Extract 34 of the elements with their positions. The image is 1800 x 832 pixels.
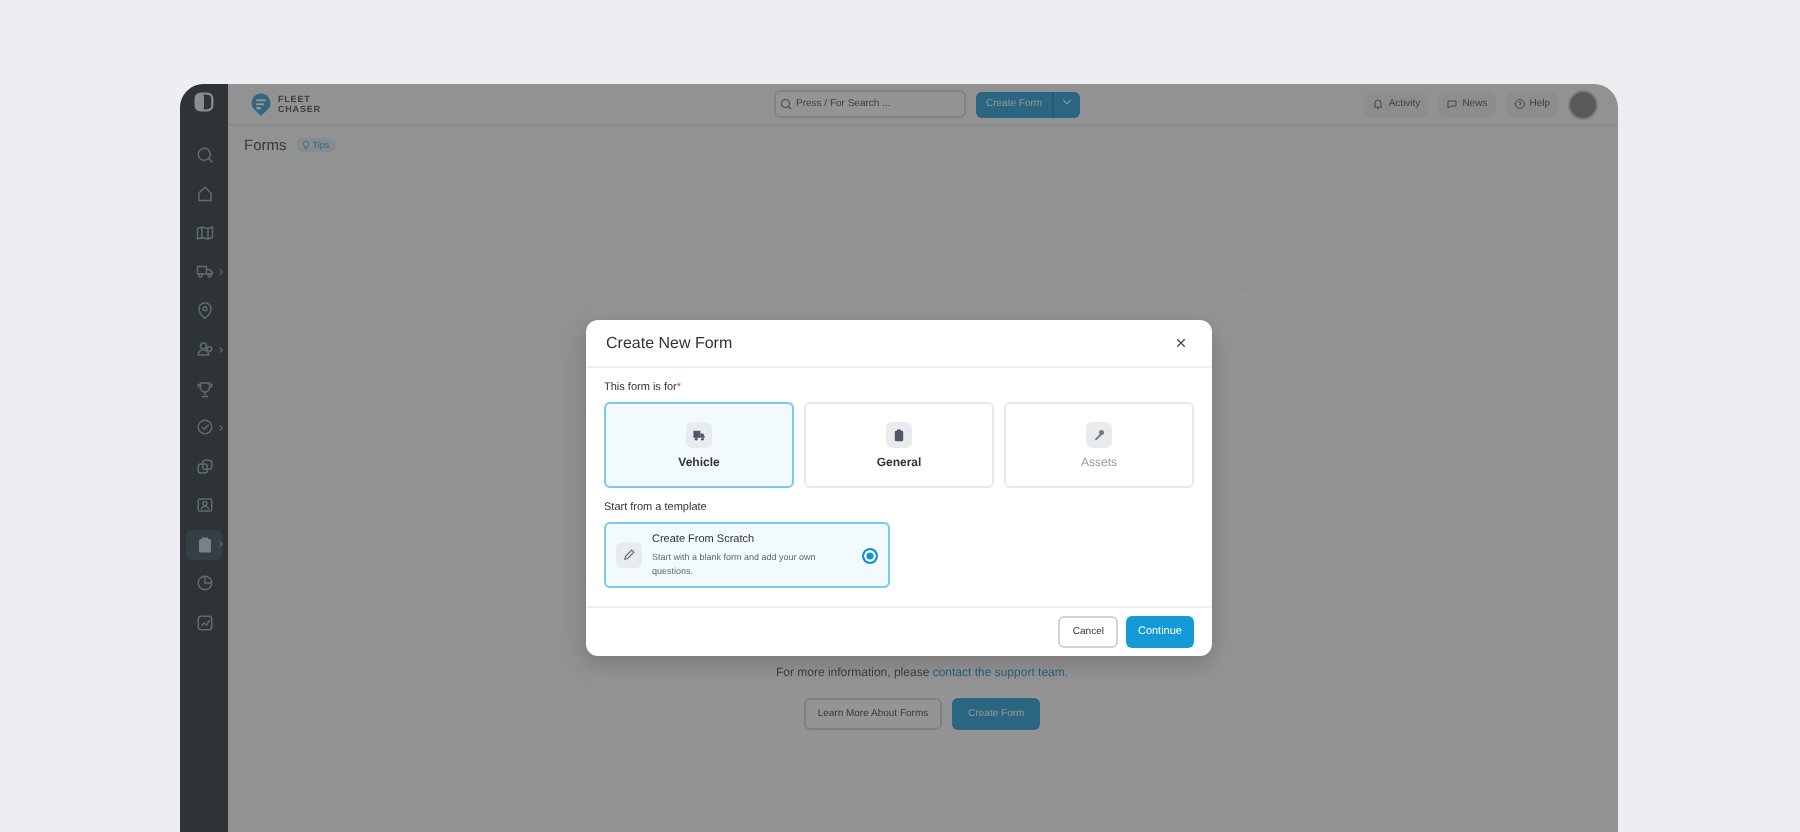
id-card-icon <box>195 496 213 514</box>
dialog-title: Create New Form <box>606 334 733 352</box>
search-icon <box>195 145 213 163</box>
trophy-icon <box>195 379 213 397</box>
pencil-icon <box>616 542 642 568</box>
dropdown-button[interactable] <box>1052 91 1081 117</box>
sidebar-item[interactable] <box>186 529 222 559</box>
copy-icon <box>195 457 213 475</box>
bell-icon <box>1372 98 1385 110</box>
location-pin-icon <box>195 301 213 319</box>
map-icon <box>195 223 213 241</box>
radio-button[interactable] <box>862 547 878 563</box>
pie-chart-icon <box>195 574 213 592</box>
caret-icon <box>1062 98 1073 106</box>
clipboard-icon <box>195 535 213 553</box>
home-icon <box>195 184 213 202</box>
chevron-icon <box>218 345 224 353</box>
truck-icon <box>195 262 213 280</box>
chevron-icon <box>218 267 224 275</box>
search-icon <box>780 98 792 110</box>
check-circle-icon <box>195 418 213 436</box>
location-pin-logo-icon <box>250 91 272 117</box>
option-icon <box>686 421 712 447</box>
option-icon <box>886 421 912 447</box>
chevron-icon <box>218 540 224 548</box>
sidebar-toggle-icon[interactable] <box>194 92 214 112</box>
close-icon[interactable] <box>1176 338 1186 348</box>
help-icon <box>1513 98 1526 110</box>
chat-icon <box>1446 98 1459 110</box>
chart-icon <box>195 613 213 631</box>
option-icon <box>1086 421 1112 447</box>
chevron-icon <box>218 423 224 431</box>
avatar[interactable] <box>1568 89 1598 119</box>
users-icon <box>195 340 213 358</box>
